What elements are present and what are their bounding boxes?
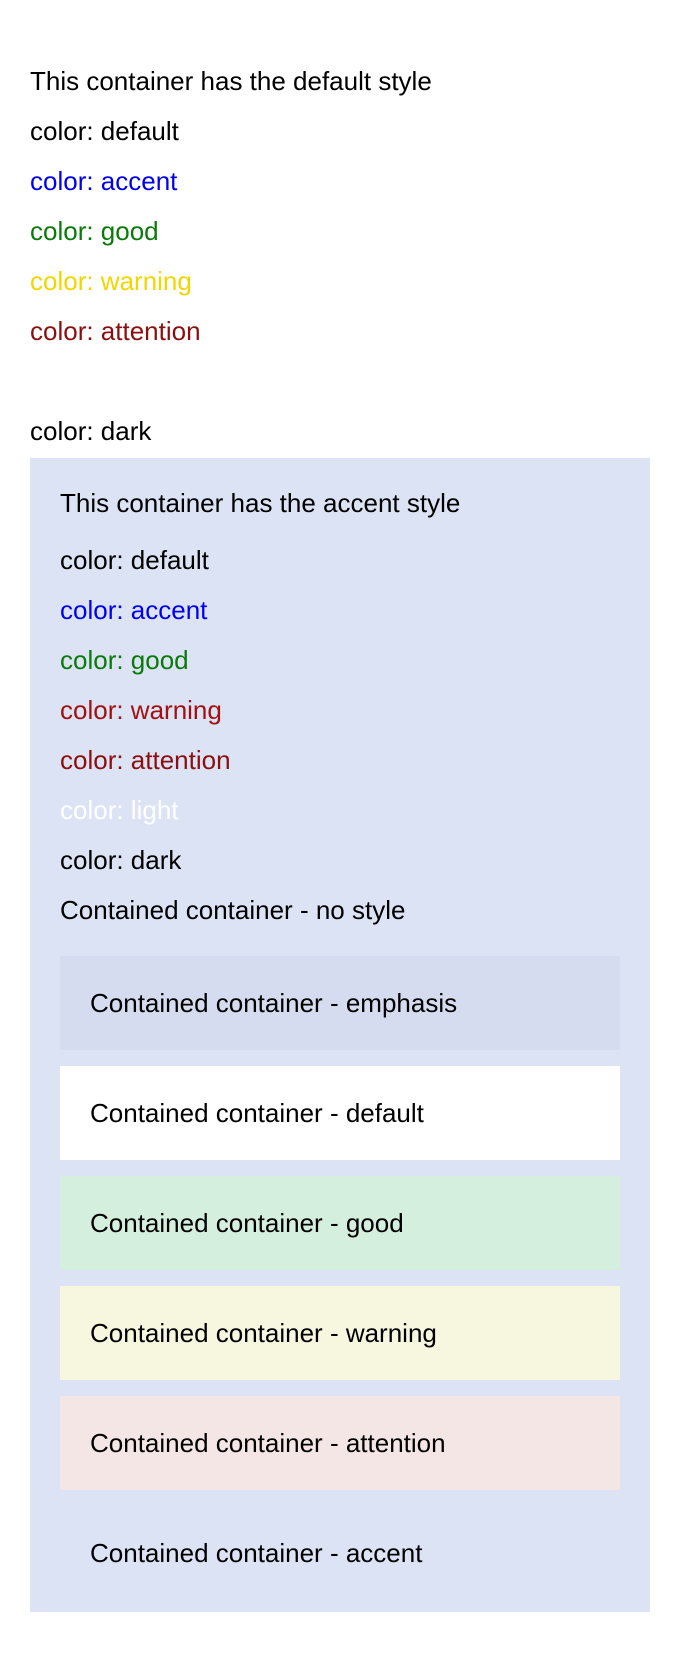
contained-container-attention-label: Contained container - attention xyxy=(90,1428,446,1458)
contained-container-emphasis-label: Contained container - emphasis xyxy=(90,988,458,1018)
default-container-color-accent: color: accent xyxy=(30,166,178,196)
contained-container-accent-label: Contained container - accent xyxy=(90,1538,423,1568)
accent-container-color-default: color: default xyxy=(60,545,209,575)
contained-container-default-label: Contained container - default xyxy=(90,1098,424,1128)
default-container-color-dark: color: dark xyxy=(30,416,152,446)
contained-container-no-style: Contained container - no style xyxy=(60,895,406,925)
contained-container-attention: Contained container - attention xyxy=(60,1396,620,1490)
contained-container-warning: Contained container - warning xyxy=(60,1286,620,1380)
default-container-color-attention: color: attention xyxy=(30,316,201,346)
accent-style-container: This container has the accent style colo… xyxy=(30,458,650,1612)
contained-container-good-label: Contained container - good xyxy=(90,1208,404,1238)
contained-container-accent: Contained container - accent xyxy=(60,1506,620,1600)
default-style-container: This container has the default style col… xyxy=(30,59,650,459)
accent-container-color-good: color: good xyxy=(60,645,189,675)
contained-container-good: Contained container - good xyxy=(60,1176,620,1270)
accent-container-color-accent: color: accent xyxy=(60,595,208,625)
accent-container-color-warning: color: warning xyxy=(60,695,222,725)
default-container-heading: This container has the default style xyxy=(30,66,432,96)
adaptive-card: This container has the default style col… xyxy=(30,59,650,1612)
contained-container-warning-label: Contained container - warning xyxy=(90,1318,437,1348)
default-container-color-warning: color: warning xyxy=(30,266,192,296)
accent-container-heading: This container has the accent style xyxy=(60,488,461,518)
default-container-color-default: color: default xyxy=(30,116,179,146)
accent-container-color-dark: color: dark xyxy=(60,845,182,875)
accent-container-color-attention: color: attention xyxy=(60,745,231,775)
default-container-color-good: color: good xyxy=(30,216,159,246)
contained-container-emphasis: Contained container - emphasis xyxy=(60,956,620,1050)
accent-container-color-light: color: light xyxy=(60,795,179,825)
default-container-color-light: color: light xyxy=(30,366,149,396)
contained-container-default: Contained container - default xyxy=(60,1066,620,1160)
